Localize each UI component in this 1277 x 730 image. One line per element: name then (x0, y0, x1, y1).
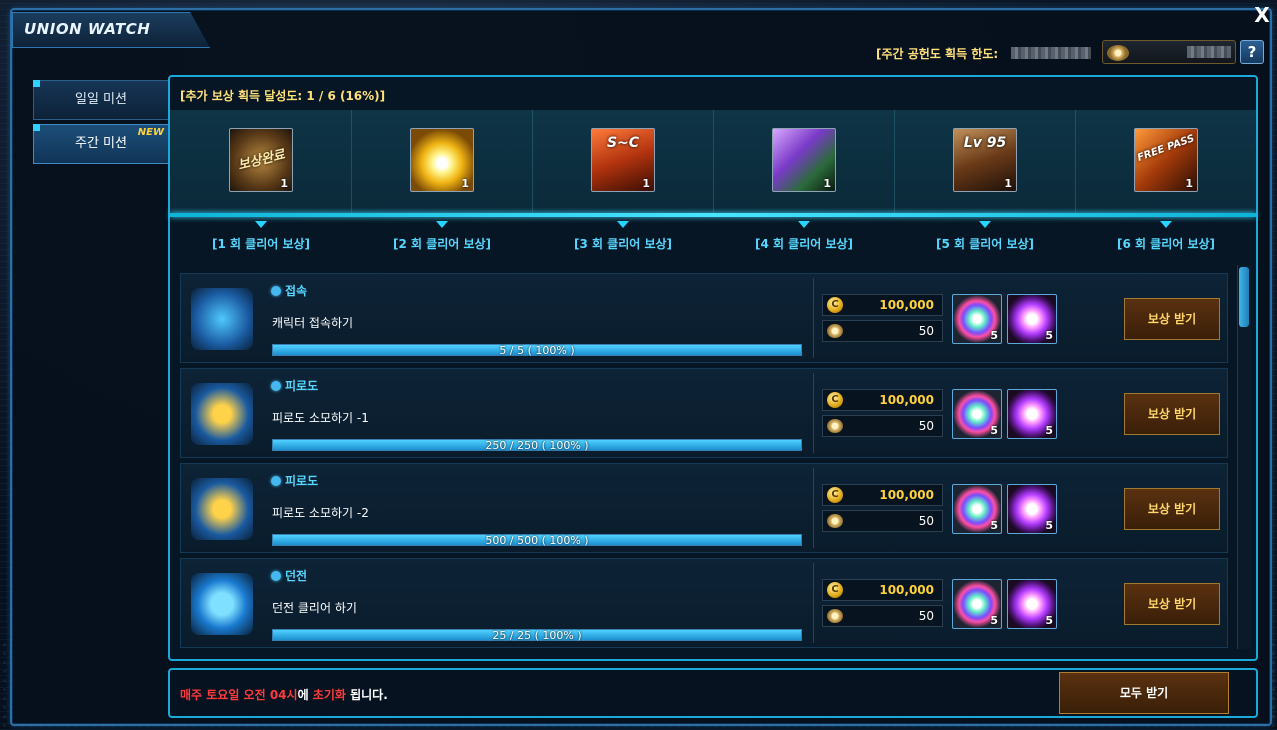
contribution-medal-icon (827, 514, 843, 528)
claim-reward-button[interactable]: 보상 받기 (1124, 298, 1220, 340)
gold-reward: C 100,000 (822, 484, 943, 506)
mission-row: 피로도 피로도 소모하기 -2 500 / 500 ( 100% ) C 100,… (180, 463, 1228, 553)
purple-orb-reward-icon: 5 (1007, 579, 1057, 629)
calendar-icon (191, 288, 253, 350)
gem-cube-reward-icon: 5 (952, 579, 1002, 629)
reset-word: 초기화 (312, 688, 346, 702)
tab-corner-marker (33, 80, 40, 87)
category-bullet-icon (271, 476, 281, 486)
mission-progress-bar: 5 / 5 ( 100% ) (272, 344, 802, 357)
tab-daily-label: 일일 미션 (75, 92, 127, 107)
contribution-medal-icon (1107, 45, 1129, 61)
mission-name: 피로도 소모하기 -1 (272, 411, 369, 425)
reward-pointer-icon (1160, 221, 1172, 228)
mission-progress-bar: 25 / 25 ( 100% ) (272, 629, 802, 642)
mission-category: 던전 (271, 567, 307, 584)
mission-category: 피로도 (271, 472, 318, 489)
tab-daily-mission[interactable]: 일일 미션 (33, 80, 169, 120)
gem-cube-reward-icon: 5 (952, 484, 1002, 534)
contribution-reward: 50 (822, 415, 943, 437)
reward-pointer-icon (436, 221, 448, 228)
spark-plug-lv95-icon: Lv 95 1 (953, 128, 1017, 192)
clear-reward-label-1: [1 회 클리어 보상] (211, 237, 311, 251)
contribution-medal-icon (827, 419, 843, 433)
reward-pointer-icon (979, 221, 991, 228)
tab-weekly-mission[interactable]: 주간 미션 NEW (33, 124, 169, 164)
help-button[interactable]: ? (1240, 40, 1264, 64)
mission-name: 던전 클리어 하기 (272, 601, 357, 615)
light-burst-icon: 1 (410, 128, 474, 192)
weekly-limit-value-redacted (1011, 47, 1091, 59)
mission-progress-bar: 250 / 250 ( 100% ) (272, 439, 802, 452)
reward-complete-seal-icon: 보상완료 1 (229, 128, 293, 192)
category-bullet-icon (271, 381, 281, 391)
contribution-reward: 50 (822, 510, 943, 532)
mission-name: 피로도 소모하기 -2 (272, 506, 369, 520)
contribution-value-redacted (1187, 46, 1231, 58)
reward-pointer-icon (255, 221, 267, 228)
mission-name: 캐릭터 접속하기 (272, 316, 354, 330)
gold-coin-icon: C (827, 487, 843, 503)
purple-orb-reward-icon: 5 (1007, 294, 1057, 344)
contribution-reward: 50 (822, 605, 943, 627)
contribution-points-box (1102, 40, 1236, 64)
contribution-medal-icon (827, 324, 843, 338)
mission-progress-bar: 500 / 500 ( 100% ) (272, 534, 802, 547)
reward-pointer-icon (798, 221, 810, 228)
mission-category: 접속 (271, 282, 307, 299)
window-title: UNION WATCH (24, 20, 151, 38)
gold-coin-icon: C (827, 297, 843, 313)
tab-corner-marker (33, 124, 40, 131)
mission-row: 피로도 피로도 소모하기 -1 250 / 250 ( 100% ) C 100,… (180, 368, 1228, 458)
clear-reward-label-5: [5 회 클리어 보상] (935, 237, 1035, 251)
category-bullet-icon (271, 571, 281, 581)
mission-category: 피로도 (271, 377, 318, 394)
close-button[interactable]: X (1252, 5, 1272, 25)
mission-row: 던전 던전 클리어 하기 25 / 25 ( 100% ) C 100,000 5… (180, 558, 1228, 648)
bonus-reward-band (170, 110, 1256, 214)
clear-reward-label-6: [6 회 클리어 보상] (1116, 237, 1216, 251)
weekly-limit-label: [주간 공헌도 획득 한도: (876, 47, 999, 61)
claim-reward-button[interactable]: 보상 받기 (1124, 583, 1220, 625)
reset-time: 매주 토요일 오전 04시 (180, 688, 298, 702)
tab-weekly-label: 주간 미션 (75, 136, 127, 151)
gold-reward: C 100,000 (822, 579, 943, 601)
bonus-progress-text: [추가 보상 획득 달성도: 1 / 6 (16%)] (180, 89, 386, 103)
gem-cube-reward-icon: 5 (952, 389, 1002, 439)
category-bullet-icon (271, 286, 281, 296)
bottles-icon (191, 383, 253, 445)
reset-notice: 매주 토요일 오전 04시에 초기화 됩니다. (180, 688, 388, 702)
contribution-medal-icon (827, 609, 843, 623)
gold-coin-icon: C (827, 582, 843, 598)
gold-reward: C 100,000 (822, 389, 943, 411)
clear-reward-label-2: [2 회 클리어 보상] (392, 237, 492, 251)
claim-reward-button[interactable]: 보상 받기 (1124, 393, 1220, 435)
purple-orb-reward-icon: 5 (1007, 389, 1057, 439)
contribution-reward: 50 (822, 320, 943, 342)
mission-row: 접속 캐릭터 접속하기 5 / 5 ( 100% ) C 100,000 50 5… (180, 273, 1228, 363)
free-pass-icon: FREE PASS 1 (1134, 128, 1198, 192)
spark-plug-sc-icon: S~C 1 (591, 128, 655, 192)
fuel-capsule-icon: 1 (772, 128, 836, 192)
new-badge: NEW (137, 127, 164, 138)
claim-reward-button[interactable]: 보상 받기 (1124, 488, 1220, 530)
reward-pointer-icon (617, 221, 629, 228)
gold-reward: C 100,000 (822, 294, 943, 316)
claim-all-button[interactable]: 모두 받기 (1059, 672, 1229, 714)
bonus-band-divider (170, 213, 1256, 217)
clear-reward-label-3: [3 회 클리어 보상] (573, 237, 673, 251)
gold-coin-icon: C (827, 392, 843, 408)
scrollbar-thumb[interactable] (1239, 267, 1249, 327)
gem-cube-reward-icon: 5 (952, 294, 1002, 344)
clear-reward-label-4: [4 회 클리어 보상] (754, 237, 854, 251)
globe-icon (191, 573, 253, 635)
bottles-icon (191, 478, 253, 540)
purple-orb-reward-icon: 5 (1007, 484, 1057, 534)
